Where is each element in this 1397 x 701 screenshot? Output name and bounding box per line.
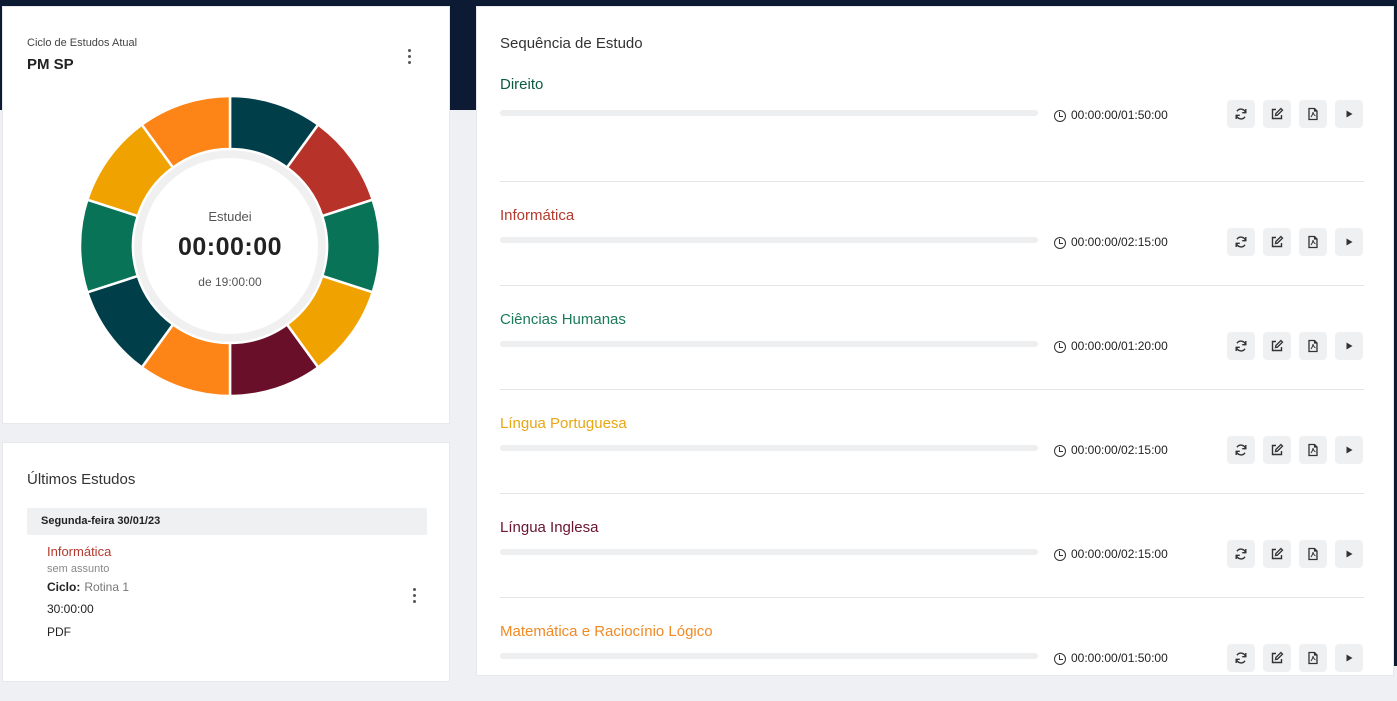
clock-icon (1054, 237, 1066, 249)
subject-name[interactable]: Matemática e Raciocínio Lógico (500, 623, 713, 640)
day-header: Segunda-feira 30/01/23 (27, 508, 427, 535)
subject-time-text: 00:00:00/02:15:00 (1071, 547, 1168, 561)
play-button[interactable] (1335, 436, 1363, 464)
subject-time: 00:00:00/02:15:00 (1054, 443, 1168, 457)
entry-cycle-value: Rotina 1 (84, 580, 130, 594)
pdf-button[interactable] (1299, 100, 1327, 128)
row-divider (500, 493, 1364, 494)
subject-time-text: 00:00:00/02:15:00 (1071, 443, 1168, 457)
pdf-button[interactable] (1299, 332, 1327, 360)
clock-icon (1054, 653, 1066, 665)
donut-center: Estudei 00:00:00 de 19:00:00 (75, 91, 385, 401)
clock-icon (1054, 549, 1066, 561)
pdf-button[interactable] (1299, 436, 1327, 464)
edit-button[interactable] (1263, 644, 1291, 672)
entry-menu-icon[interactable] (406, 586, 422, 608)
edit-button[interactable] (1263, 332, 1291, 360)
subject-time-text: 00:00:00/02:15:00 (1071, 235, 1168, 249)
entry-type: PDF (47, 625, 71, 639)
play-button[interactable] (1335, 644, 1363, 672)
clock-icon (1054, 341, 1066, 353)
subject-time: 00:00:00/01:50:00 (1054, 651, 1168, 665)
play-button[interactable] (1335, 100, 1363, 128)
play-button[interactable] (1335, 228, 1363, 256)
recent-studies-card: Últimos Estudos Segunda-feira 30/01/23 I… (2, 442, 450, 682)
current-cycle-card: Ciclo de Estudos Atual PM SP Estudei 00:… (2, 6, 450, 424)
studied-label: Estudei (208, 209, 252, 224)
refresh-button[interactable] (1227, 332, 1255, 360)
row-divider (500, 285, 1364, 286)
subject-row: Informática 00:00:00/02:15:00 (500, 181, 1364, 285)
refresh-button[interactable] (1227, 100, 1255, 128)
refresh-button[interactable] (1227, 228, 1255, 256)
pdf-button[interactable] (1299, 540, 1327, 568)
subject-time: 00:00:00/02:15:00 (1054, 235, 1168, 249)
edit-button[interactable] (1263, 436, 1291, 464)
studied-total: de 19:00:00 (198, 275, 262, 289)
cycle-menu-icon[interactable] (401, 47, 417, 69)
subject-time: 00:00:00/02:15:00 (1054, 547, 1168, 561)
entry-cycle-label: Ciclo: (47, 580, 81, 594)
day-label: Segunda-feira 30/01/23 (41, 515, 161, 527)
edit-button[interactable] (1263, 540, 1291, 568)
subject-progress-bar (500, 445, 1038, 451)
refresh-button[interactable] (1227, 644, 1255, 672)
subject-time-text: 00:00:00/01:20:00 (1071, 339, 1168, 353)
subject-row: Direito 00:00:00/01:50:00 (500, 76, 1364, 181)
clock-icon (1054, 110, 1066, 122)
row-divider (500, 389, 1364, 390)
subject-progress-bar (500, 549, 1038, 555)
recent-studies-title: Últimos Estudos (27, 471, 136, 488)
row-divider (500, 597, 1364, 598)
subject-time-text: 00:00:00/01:50:00 (1071, 108, 1168, 122)
subject-name[interactable]: Informática (500, 207, 574, 224)
row-divider (500, 181, 1364, 182)
subject-time: 00:00:00/01:20:00 (1054, 339, 1168, 353)
subject-name[interactable]: Ciências Humanas (500, 311, 626, 328)
subject-progress-bar (500, 341, 1038, 347)
pdf-button[interactable] (1299, 644, 1327, 672)
subject-row: Língua Inglesa 00:00:00/02:15:00 (500, 493, 1364, 597)
entry-subject[interactable]: Informática (47, 544, 111, 559)
refresh-button[interactable] (1227, 540, 1255, 568)
entry-time: 30:00:00 (47, 602, 94, 616)
clock-icon (1054, 445, 1066, 457)
subject-progress-bar (500, 237, 1038, 243)
refresh-button[interactable] (1227, 436, 1255, 464)
subject-progress-bar (500, 110, 1038, 116)
edit-button[interactable] (1263, 228, 1291, 256)
subject-row: Língua Portuguesa 00:00:00/02:15:00 (500, 389, 1364, 493)
subject-row: Ciências Humanas 00:00:00/01:20:00 (500, 285, 1364, 389)
cycle-label: Ciclo de Estudos Atual (27, 37, 138, 49)
sequence-title: Sequência de Estudo (500, 35, 643, 52)
studied-time: 00:00:00 (177, 233, 283, 261)
subject-name[interactable]: Língua Portuguesa (500, 415, 627, 432)
study-sequence-card: Sequência de Estudo Direito 00:00:00/01:5… (476, 6, 1394, 676)
subject-name[interactable]: Direito (500, 76, 543, 93)
subject-time-text: 00:00:00/01:50:00 (1071, 651, 1168, 665)
entry-topic: sem assunto (47, 563, 110, 575)
play-button[interactable] (1335, 540, 1363, 568)
subject-progress-bar (500, 653, 1038, 659)
entry-cycle: Ciclo: Rotina 1 (47, 580, 129, 594)
edit-button[interactable] (1263, 100, 1291, 128)
subject-time: 00:00:00/01:50:00 (1054, 108, 1168, 122)
subject-name[interactable]: Língua Inglesa (500, 519, 598, 536)
play-button[interactable] (1335, 332, 1363, 360)
pdf-button[interactable] (1299, 228, 1327, 256)
subject-row: Matemática e Raciocínio Lógico 00:00:00/0… (500, 597, 1364, 701)
cycle-name: PM SP (27, 56, 74, 73)
